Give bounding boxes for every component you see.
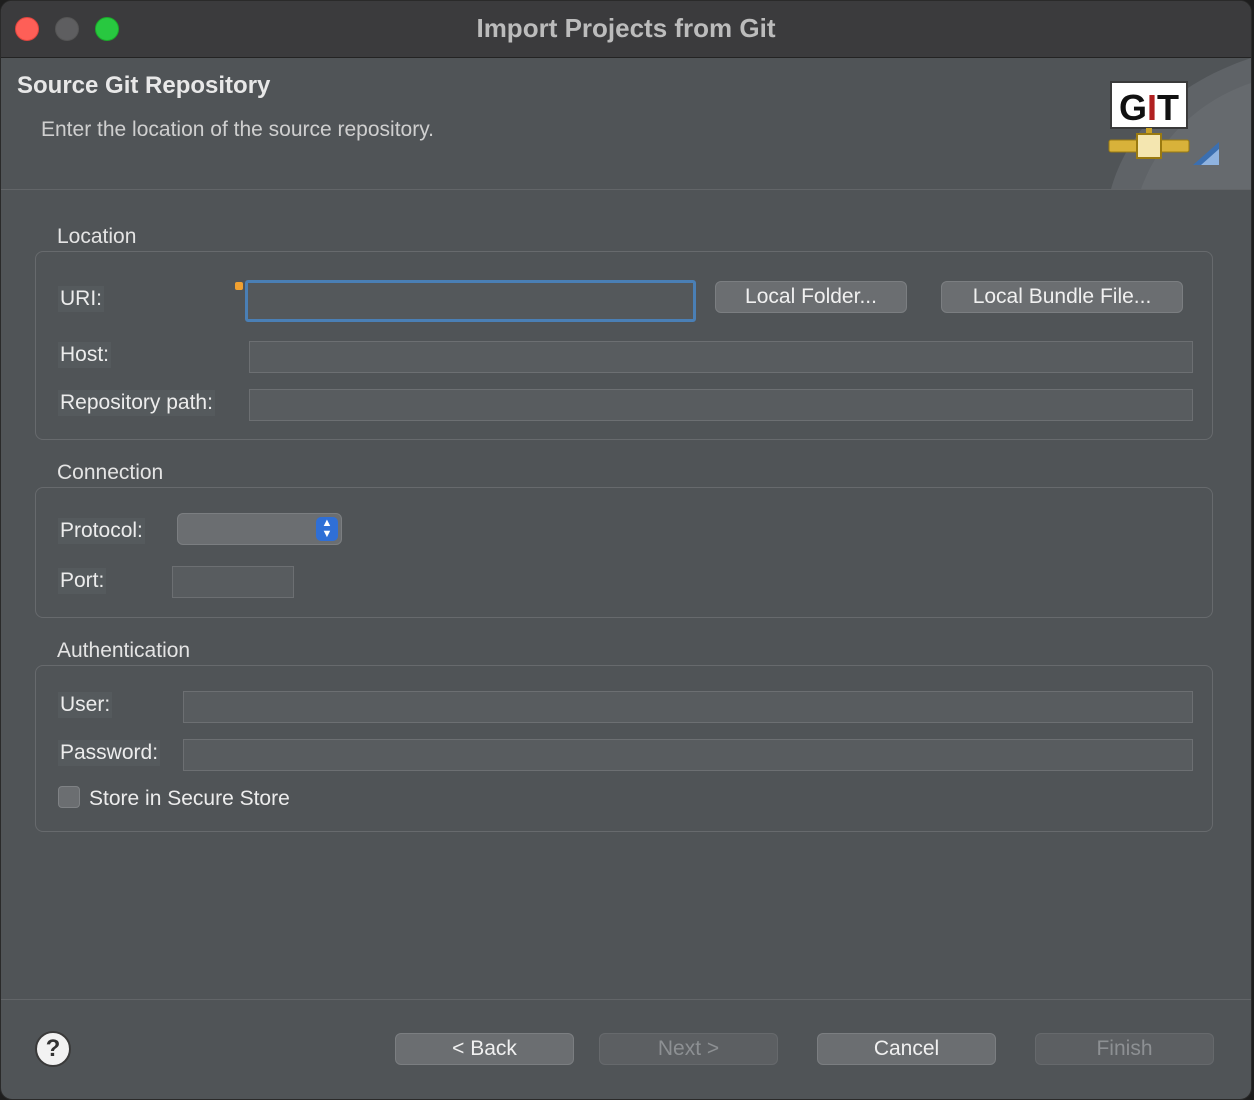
local-folder-button[interactable]: Local Folder... [715,281,907,313]
secure-store-label[interactable]: Store in Secure Store [89,787,290,811]
authentication-section-label: Authentication [57,639,191,662]
wizard-header: Source Git Repository Enter the location… [1,58,1251,190]
protocol-select[interactable]: ▲ ▼ [177,513,342,545]
import-dialog-window: Import Projects from Git Source Git Repo… [0,0,1252,1100]
user-input[interactable] [183,691,1193,723]
location-section-label: Location [57,225,137,248]
git-logo-icon: GIT [1108,58,1251,189]
host-label: Host: [58,342,112,368]
password-input[interactable] [183,739,1193,771]
local-bundle-file-button[interactable]: Local Bundle File... [941,281,1183,313]
uri-label: URI: [58,286,104,312]
content-assist-hint-icon [235,282,243,290]
secure-store-checkbox[interactable] [58,786,80,808]
page-description: Enter the location of the source reposit… [41,118,434,141]
location-group: URI: Local Folder... Local Bundle File..… [35,251,1213,440]
footer-separator [1,999,1251,1000]
help-icon[interactable]: ? [35,1031,71,1067]
connection-group: Protocol: ▲ ▼ Port: [35,487,1213,618]
user-label: User: [58,692,113,718]
repository-path-input[interactable] [249,389,1193,421]
back-button[interactable]: < Back [395,1033,574,1065]
finish-button[interactable]: Finish [1035,1033,1214,1065]
page-title: Source Git Repository [17,72,271,99]
cancel-button[interactable]: Cancel [817,1033,996,1065]
authentication-group: User: Password: Store in Secure Store [35,665,1213,832]
repository-path-label: Repository path: [58,390,215,416]
protocol-label: Protocol: [58,518,145,544]
chevron-up-down-icon: ▲ ▼ [316,517,338,541]
uri-input[interactable] [245,280,696,322]
password-label: Password: [58,740,161,766]
git-logo-text: GIT [1119,87,1179,128]
window-title: Import Projects from Git [476,13,776,43]
host-input[interactable] [249,341,1193,373]
titlebar: Import Projects from Git [1,1,1251,58]
port-label: Port: [58,568,107,594]
next-button[interactable]: Next > [599,1033,778,1065]
port-input[interactable] [172,566,294,598]
connection-section-label: Connection [57,461,164,484]
